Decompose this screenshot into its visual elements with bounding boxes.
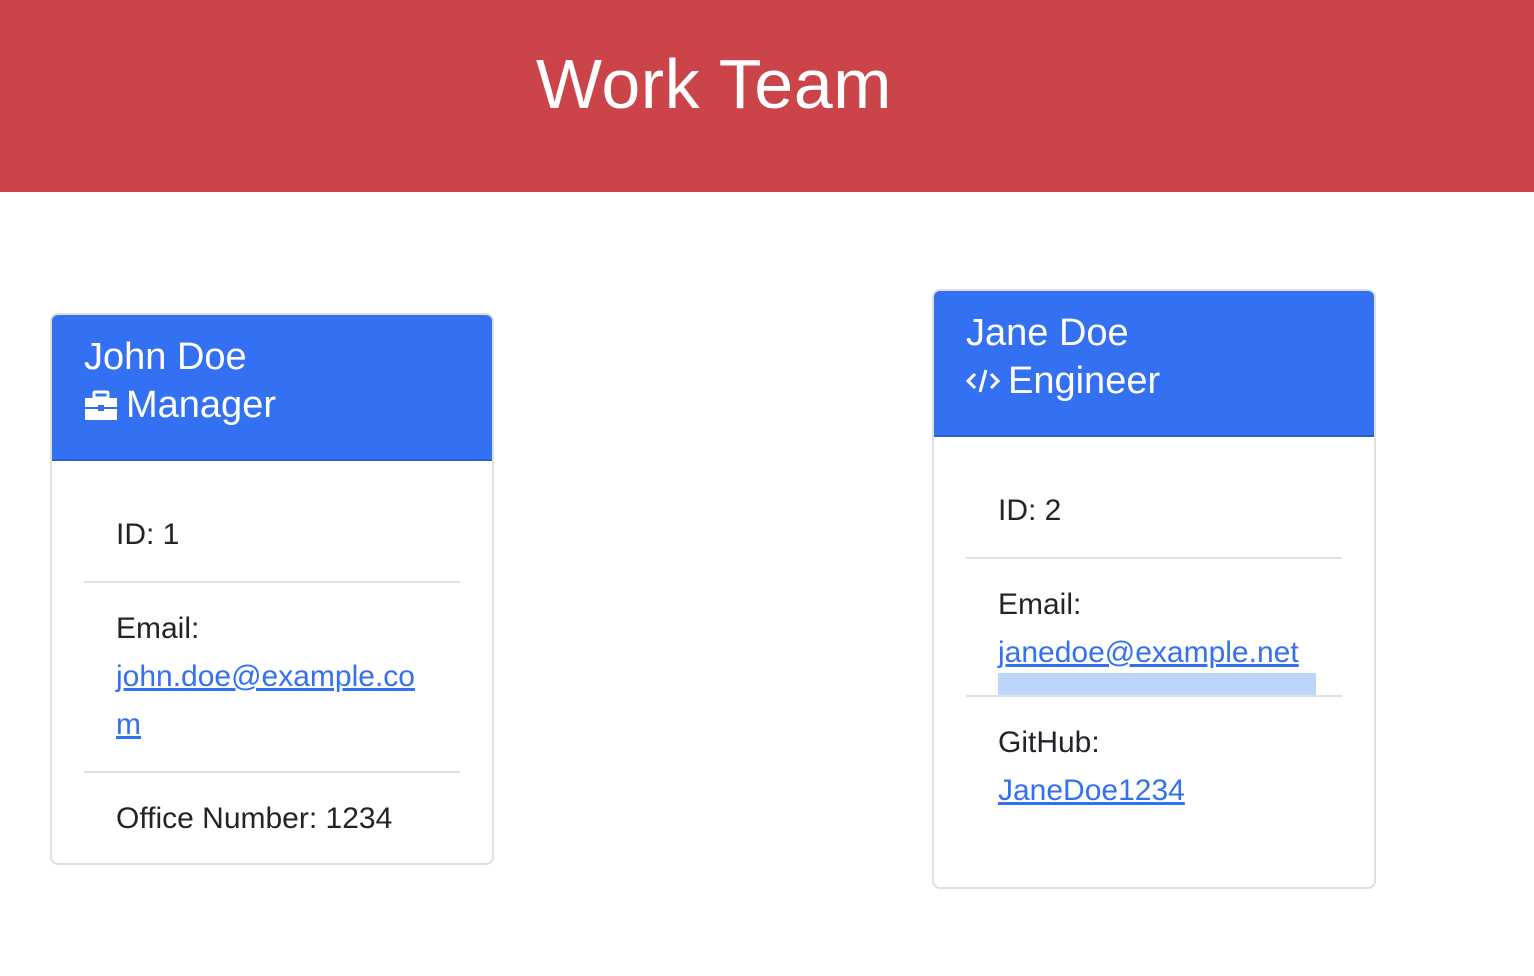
- email-link[interactable]: janedoe@example.net: [998, 636, 1299, 669]
- employee-id: ID: 2: [966, 465, 1342, 559]
- employee-email: Email: john.doe@example.com: [84, 583, 460, 773]
- role-label: Engineer: [1008, 360, 1161, 402]
- card-header: Jane Doe Engineer: [934, 291, 1374, 437]
- github-info: GitHub: JaneDoe1234: [966, 697, 1342, 837]
- card-header: John Doe Manager: [52, 315, 492, 461]
- employee-email: Email: janedoe@example.net: [966, 559, 1342, 697]
- page-title: Work Team: [536, 45, 892, 123]
- email-label: Email:: [998, 588, 1082, 621]
- card-body: ID: 2 Email: janedoe@example.net GitHub:…: [934, 437, 1374, 867]
- text-selection-highlight: [998, 673, 1316, 695]
- email-link[interactable]: john.doe@example.com: [116, 660, 415, 741]
- employee-name: John Doe: [84, 336, 247, 378]
- briefcase-icon: [84, 388, 118, 422]
- employee-role: Manager: [84, 381, 460, 429]
- employee-card-engineer: Jane Doe Engineer ID: 2 Email: janedoe@e…: [932, 289, 1376, 889]
- page-header: Work Team: [0, 0, 1534, 192]
- employee-card-manager: John Doe Manager ID: 1 Email: john.doe@e…: [50, 313, 494, 865]
- code-icon: [966, 364, 1000, 398]
- employee-id: ID: 1: [84, 489, 460, 583]
- email-label: Email:: [116, 612, 200, 645]
- employee-role: Engineer: [966, 357, 1342, 405]
- employee-name: Jane Doe: [966, 312, 1129, 354]
- office-number: Office Number: 1234: [116, 802, 393, 835]
- role-label: Manager: [126, 384, 276, 426]
- github-link[interactable]: JaneDoe1234: [998, 774, 1185, 807]
- github-label: GitHub:: [998, 726, 1100, 759]
- card-body: ID: 1 Email: john.doe@example.com Office…: [52, 461, 492, 863]
